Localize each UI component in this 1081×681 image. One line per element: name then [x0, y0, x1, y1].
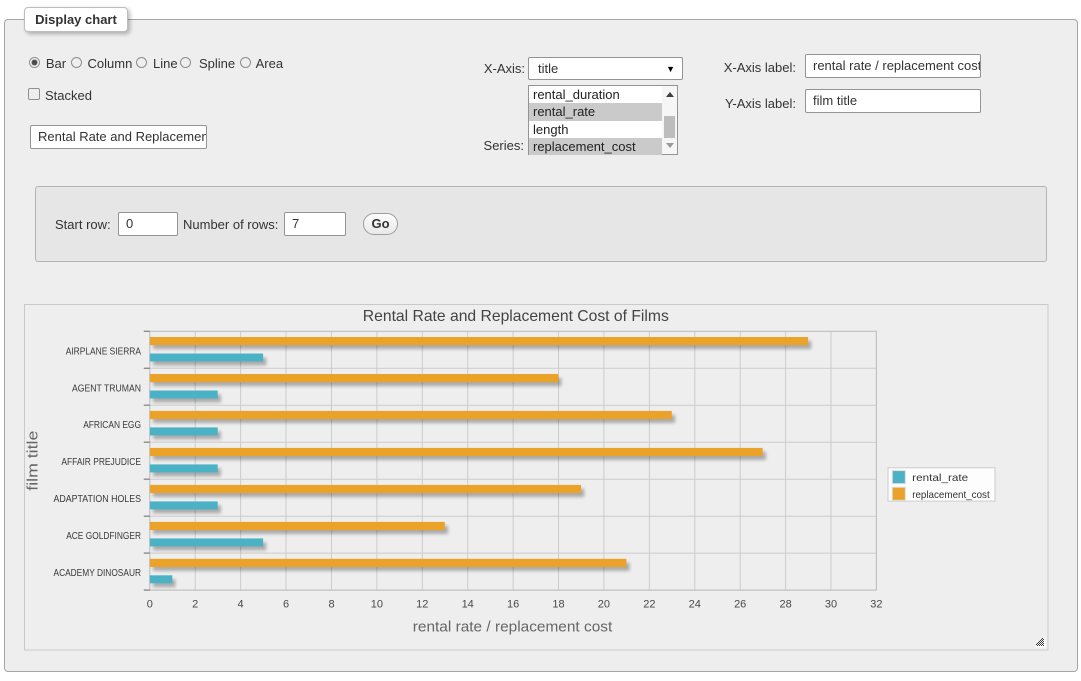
svg-text:10: 10 [371, 599, 383, 611]
svg-text:replacement_cost: replacement_cost [912, 489, 990, 501]
svg-text:14: 14 [462, 599, 474, 611]
svg-text:AIRPLANE SIERRA: AIRPLANE SIERRA [66, 346, 142, 357]
svg-text:16: 16 [507, 599, 519, 611]
svg-text:32: 32 [870, 599, 882, 611]
svg-text:AFFAIR PREJUDICE: AFFAIR PREJUDICE [61, 457, 141, 468]
svg-text:ADAPTATION HOLES: ADAPTATION HOLES [54, 494, 142, 505]
svg-text:ACE GOLDFINGER: ACE GOLDFINGER [66, 531, 141, 542]
svg-text:ACADEMY DINOSAUR: ACADEMY DINOSAUR [54, 568, 142, 579]
svg-text:28: 28 [779, 599, 791, 611]
svg-text:12: 12 [416, 599, 428, 611]
svg-text:AFRICAN EGG: AFRICAN EGG [83, 420, 141, 431]
svg-text:18: 18 [552, 599, 564, 611]
svg-text:26: 26 [734, 599, 746, 611]
svg-text:0: 0 [147, 599, 153, 611]
svg-text:4: 4 [238, 599, 244, 611]
svg-text:8: 8 [328, 599, 334, 611]
svg-text:2: 2 [192, 599, 198, 611]
svg-text:Rental Rate and Replacement Co: Rental Rate and Replacement Cost of Film… [363, 308, 669, 325]
svg-text:rental_rate: rental_rate [912, 472, 968, 484]
svg-text:20: 20 [598, 599, 610, 611]
svg-text:film title: film title [25, 431, 42, 491]
svg-text:24: 24 [689, 599, 701, 611]
svg-text:22: 22 [643, 599, 655, 611]
svg-text:6: 6 [283, 599, 289, 611]
svg-text:rental rate / replacement cost: rental rate / replacement cost [413, 619, 613, 636]
svg-text:30: 30 [825, 599, 837, 611]
svg-text:AGENT TRUMAN: AGENT TRUMAN [72, 383, 141, 394]
